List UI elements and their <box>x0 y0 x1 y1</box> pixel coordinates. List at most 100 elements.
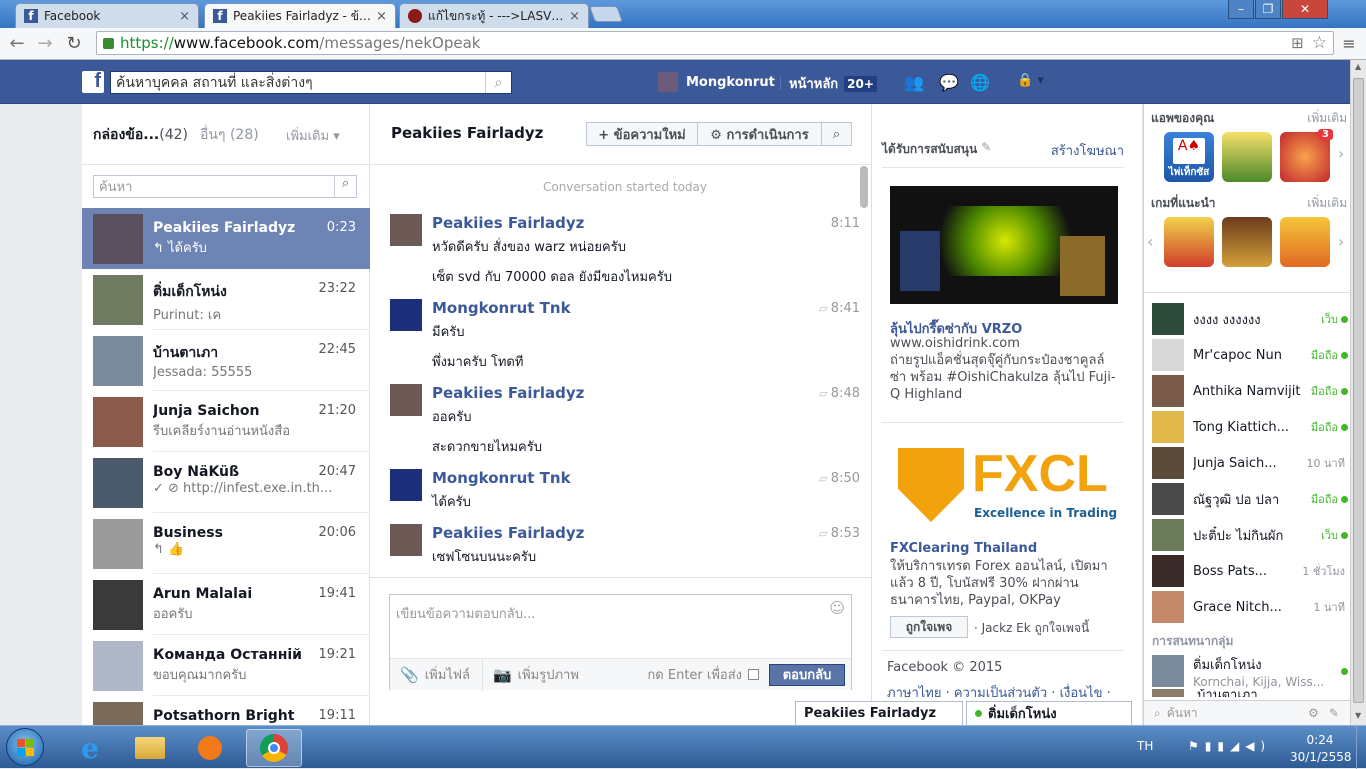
conversation-item[interactable]: Junja Saichon 21:20 รีบเคลียร์งานอ่านหนังส… <box>82 391 370 452</box>
browser-tab-lasvegas[interactable]: แก้ไขกระทู้ - --->LASVEGAS × <box>399 3 589 28</box>
page-scrollbar[interactable]: ▲ ▼ <box>1350 60 1366 725</box>
chat-tab-peakiies[interactable]: Peakiies Fairladyz <box>795 701 963 725</box>
notifications-globe-icon[interactable]: 🌐 <box>970 73 990 92</box>
close-icon[interactable]: × <box>179 9 190 24</box>
like-page-button[interactable]: ถูกใจเพจ <box>890 616 968 638</box>
friend-item[interactable]: Mr'capoc Nun มือถือ <box>1152 338 1348 372</box>
ad2-title[interactable]: FXClearing Thailand <box>890 541 1130 556</box>
chevron-left-icon[interactable]: ‹ <box>1147 232 1153 251</box>
conversation-search-input[interactable]: ค้นหา ⌕ <box>93 175 357 198</box>
chevron-right-icon[interactable]: › <box>1338 232 1344 251</box>
app-candy-crush[interactable]: 3 <box>1280 129 1333 182</box>
message-sender[interactable]: Peakiies Fairladyz <box>432 524 584 542</box>
add-files-button[interactable]: เพิ่มไฟล์ <box>425 664 470 685</box>
conversation-item[interactable]: Boy NäKüß 20:47 ✓ ⊘ http://infest.exe.in.t… <box>82 452 370 513</box>
app-texas-poker[interactable]: A♠ ไพ่เท็กซัส <box>1164 132 1214 182</box>
menu-icon[interactable]: ≡ <box>1338 32 1360 54</box>
chat-tab-group[interactable]: ติ่มเด็กโหน่ง <box>966 701 1132 725</box>
forward-arrow-icon[interactable]: → <box>34 32 56 54</box>
privacy-settings-icon[interactable]: 🔒 ▾ <box>1017 73 1057 91</box>
avatar[interactable] <box>390 469 422 501</box>
compose-icon[interactable]: ✎ <box>1329 706 1339 720</box>
friend-requests-icon[interactable]: 👥 <box>904 73 924 92</box>
message-sender[interactable]: Peakiies Fairladyz <box>432 384 584 402</box>
browser-tab-facebook[interactable]: f Facebook × <box>15 3 199 28</box>
system-clock[interactable]: 0:24 30/1/2558 <box>1290 732 1352 766</box>
search-icon[interactable]: ⌕ <box>485 72 511 93</box>
group-chat-item-2[interactable]: บ้านตาเภา <box>1152 689 1348 697</box>
address-bar[interactable]: https:// www.facebook.com /messages/nekO… <box>96 31 1334 55</box>
conversation-item[interactable]: ติ่มเด็กโหน่ง 23:22 Purinut: เค <box>82 269 370 330</box>
tab-other[interactable]: อื่นๆ (28) <box>200 124 259 146</box>
reload-icon[interactable]: ↻ <box>63 32 85 54</box>
facebook-logo-icon[interactable]: f <box>82 70 104 93</box>
close-window-button[interactable]: ✕ <box>1282 0 1328 19</box>
friend-item[interactable]: Tong Kiattich... มือถือ <box>1152 410 1348 444</box>
friend-item[interactable]: Junja Saich... 10 นาที <box>1152 446 1348 480</box>
apps-more-link[interactable]: เพิ่มเติม <box>1307 109 1347 128</box>
file-explorer-icon[interactable] <box>122 729 178 767</box>
game-card[interactable] <box>1222 217 1272 267</box>
minimize-button[interactable]: – <box>1228 0 1254 19</box>
more-dropdown[interactable]: เพิ่มเติม ▾ <box>286 125 340 146</box>
avatar[interactable] <box>390 384 422 416</box>
app-racing-game[interactable] <box>1222 132 1272 182</box>
media-player-icon[interactable] <box>182 729 238 767</box>
chrome-taskbar-icon[interactable] <box>246 729 302 767</box>
language-indicator[interactable]: TH <box>1137 739 1153 753</box>
message-sender[interactable]: Peakiies Fairladyz <box>432 214 584 232</box>
back-arrow-icon[interactable]: ← <box>6 32 28 54</box>
ad-image-fxcl[interactable]: FXCL Excellence in Trading <box>890 442 1120 532</box>
tray-icons[interactable]: ⚑▮▮◢◀) <box>1188 739 1271 753</box>
browser-tab-messages[interactable]: f Peakiies Fairladyz - ข้อความ × <box>204 3 396 28</box>
close-icon[interactable]: × <box>376 9 387 24</box>
scrollbar-thumb[interactable] <box>1353 78 1364 703</box>
search-icon[interactable]: ⌕ <box>334 176 356 197</box>
gear-icon[interactable]: ⚙ <box>1308 706 1319 720</box>
chat-search-input[interactable]: ค้นหา <box>1167 704 1198 723</box>
scroll-up-icon[interactable]: ▲ <box>1355 62 1361 71</box>
scroll-down-icon[interactable]: ▼ <box>1355 711 1361 720</box>
avatar[interactable] <box>390 299 422 331</box>
friend-item[interactable]: ปะติ๋ปะ ไม่กินผัก เว็บ <box>1152 518 1348 552</box>
friend-item[interactable]: Anthika Namvijit มือถือ <box>1152 374 1348 408</box>
start-button[interactable] <box>6 728 44 766</box>
add-photos-button[interactable]: เพิ่มรูปภาพ <box>518 664 579 685</box>
ad-image-oishi[interactable] <box>890 186 1118 304</box>
enter-to-send-checkbox[interactable] <box>748 669 759 680</box>
avatar[interactable] <box>390 524 422 556</box>
reply-input[interactable]: เขียนข้อความตอบกลับ... <box>396 603 535 624</box>
close-icon[interactable]: × <box>569 9 580 24</box>
footer-links[interactable]: ภาษาไทย · ความเป็นส่วนตัว · เงื่อนไข · <box>887 682 1127 703</box>
friend-item[interactable]: Boss Pats... 1 ชั่วโมง <box>1152 554 1348 588</box>
friend-item[interactable]: งงงง งงงงงง เว็บ <box>1152 302 1348 336</box>
game-pets[interactable] <box>1280 217 1330 267</box>
internet-explorer-icon[interactable]: e <box>62 729 118 767</box>
game-one-piece[interactable] <box>1164 217 1214 267</box>
conversation-item[interactable]: บ้านตาเภา 22:45 Jessada: 55555 <box>82 330 370 391</box>
message-sender[interactable]: Mongkonrut Tnk <box>432 469 571 487</box>
new-tab-button[interactable] <box>589 6 623 22</box>
maximize-button[interactable]: ❐ <box>1255 0 1281 19</box>
translate-icon[interactable]: ⊞ <box>1291 34 1304 52</box>
tab-inbox[interactable]: กล่องข้อ...(42) <box>93 124 188 146</box>
bookmark-star-icon[interactable]: ☆ <box>1312 33 1327 53</box>
friend-item[interactable]: Grace Nitch... 1 นาที <box>1152 590 1348 624</box>
profile-link[interactable]: Mongkonrut <box>658 72 775 92</box>
emoticon-icon[interactable]: ☺ <box>829 599 845 617</box>
reply-button[interactable]: ตอบกลับ <box>769 663 845 686</box>
conversation-item[interactable]: Business 20:06 ↰ 👍 <box>82 513 370 574</box>
group-chat-item[interactable]: ติ่มเด็กโหน่ง Kornchai, Kijja, Wiss... <box>1152 654 1348 689</box>
create-ad-link[interactable]: สร้างโฆษณา <box>1051 140 1124 161</box>
conversation-item[interactable]: Peakiies Fairladyz 0:23 ↰ ได้ครับ <box>82 208 370 269</box>
message-sender[interactable]: Mongkonrut Tnk <box>432 299 571 317</box>
conversation-item[interactable]: Arun Malalai 19:41 ออครับ <box>82 574 370 635</box>
show-desktop-button[interactable] <box>1356 726 1366 769</box>
messages-icon[interactable]: 💬 <box>939 73 959 92</box>
chevron-right-icon[interactable]: › <box>1338 144 1344 163</box>
conversation-item[interactable]: Команда Останній 19:21 ขอบคุณมากครับ <box>82 635 370 696</box>
avatar[interactable] <box>390 214 422 246</box>
friend-item[interactable]: ณัฐวุฒิ ปอ ปลา มือถือ <box>1152 482 1348 516</box>
facebook-search-input[interactable]: ค้นหาบุคคล สถานที่ และสิ่งต่างๆ ⌕ <box>110 71 512 94</box>
games-more-link[interactable]: เพิ่มเติม <box>1307 194 1347 213</box>
